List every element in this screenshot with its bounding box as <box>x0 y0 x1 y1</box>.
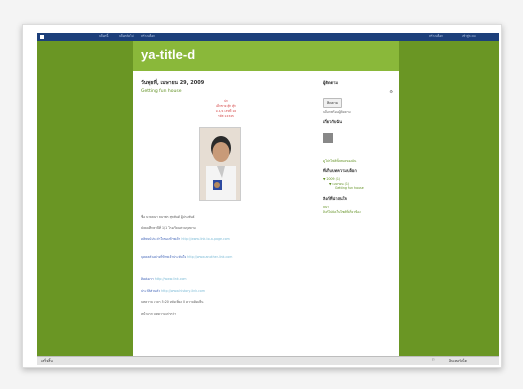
paragraph: ประวัติส่วนตัว http://www.history-link.c… <box>141 289 291 293</box>
archive-heading: ที่เก็บบทความบล็อก <box>323 168 357 174</box>
paragraph-label: คติพจน์ประจำใจของข้าพเจ้า <box>141 237 181 241</box>
main-column: วันพุธที่, เมษายน 29, 2009 Getting fun h… <box>141 79 291 316</box>
about-heading: เกี่ยวกับฉัน <box>323 118 342 124</box>
left-background <box>37 41 133 365</box>
browser-viewport: บล็อกนี้ บล็อกถัดไป สร้างบล็อก สร้างบล็อ… <box>37 33 499 365</box>
status-text: เสร็จสิ้น <box>41 359 53 363</box>
navbar-item-create-right[interactable]: สร้างบล็อก <box>429 34 443 39</box>
pager[interactable]: หน้าแรก บทความเก่ากว่า <box>141 312 291 316</box>
zone-icon: ⚐ <box>432 358 436 362</box>
paragraph-link[interactable]: http://www.another-link.com <box>187 255 232 259</box>
sidebar: ผู้ติดตาม ติดตาม ⚙ บล็อกพร้อมผู้ติดตาม เ… <box>323 79 393 214</box>
paragraph-label: บุคคลตัวอย่างที่ข้าพเจ้าประทับใจ <box>141 255 187 259</box>
archive-post[interactable]: Getting fun house <box>323 186 393 191</box>
paragraph: มัธยมศึกษาปีที่ 1/1 โรงเรียนสวนกุหลาบ <box>141 226 196 230</box>
portrait-image <box>200 128 240 200</box>
navbar-item-create[interactable]: สร้างบล็อก <box>141 34 155 39</box>
paragraph: บุคคลตัวอย่างที่ข้าพเจ้าประทับใจ http://… <box>141 255 291 259</box>
blogger-logo-icon[interactable] <box>40 35 44 39</box>
paragraph: ชื่อ นายธนา ธนาพร สุขสันต์ ผู้ประพันธ์ <box>141 215 195 219</box>
blog-container: ya-title-d วันพุธที่, เมษายน 29, 2009 Ge… <box>133 41 399 365</box>
paragraph-link[interactable]: http://www.history-link.com <box>161 289 205 293</box>
blog-header: ya-title-d <box>133 41 399 71</box>
profile-link[interactable]: ดูโปรไฟล์ทั้งหมดของฉัน <box>323 159 393 164</box>
settings-icon[interactable]: ⚙ <box>389 89 393 94</box>
paragraph: คติพจน์ประจำใจของข้าพเจ้า http://www.lin… <box>141 237 291 241</box>
internet-zone: อินเทอร์เน็ต <box>449 359 467 363</box>
navbar-item-signin[interactable]: เข้าสู่ระบบ <box>462 34 476 39</box>
profile-avatar[interactable] <box>323 132 333 143</box>
blog-title[interactable]: ya-title-d <box>141 47 195 62</box>
follow-row: ติดตาม ⚙ <box>323 89 393 108</box>
links-heading: ลิงก์ที่น่าสนใจ <box>323 195 347 201</box>
blogger-navbar: บล็อกนี้ บล็อกถัดไป สร้างบล็อก สร้างบล็อ… <box>37 33 499 41</box>
sidebar-link[interactable]: ลิงก์ไปยังเว็บไซต์ที่เกี่ยวข้อง <box>323 210 393 215</box>
red-text-block: ปก เด็กชาย ตุ๊ก ตุ๊ก ม.1/1 เลขที่ 16 รหั… <box>201 99 251 119</box>
status-bar: เสร็จสิ้น ⚐ อินเทอร์เน็ต <box>37 356 499 365</box>
paragraph-label: ประวัติส่วนตัว <box>141 289 161 293</box>
paragraph-link[interactable]: http://www.link-to-a-page.com <box>181 237 229 241</box>
post-footer: บทความ เวลา 5:20 หลังเที่ยง 0 ความคิดเห็… <box>141 300 204 304</box>
right-background <box>399 41 499 365</box>
follow-button[interactable]: ติดตาม <box>323 98 343 108</box>
navbar-item-this-blog[interactable]: บล็อกนี้ <box>99 34 108 39</box>
post-date: วันพุธที่, เมษายน 29, 2009 <box>141 80 205 86</box>
navbar-item-next-blog[interactable]: บล็อกถัดไป <box>119 34 134 39</box>
paragraph-label: ติดต่อเรา <box>141 277 154 281</box>
post-title[interactable]: Getting fun house <box>141 89 291 94</box>
followers-heading: ผู้ติดตาม <box>323 80 339 85</box>
student-photo <box>199 127 241 201</box>
paragraph-link[interactable]: http://www.link.com <box>155 277 187 281</box>
follow-subtext: บล็อกพร้อมผู้ติดตาม <box>323 110 351 114</box>
paragraph: ติดต่อเรา http://www.link.com <box>141 277 291 281</box>
red-line: รหัส 12345 <box>218 114 234 118</box>
